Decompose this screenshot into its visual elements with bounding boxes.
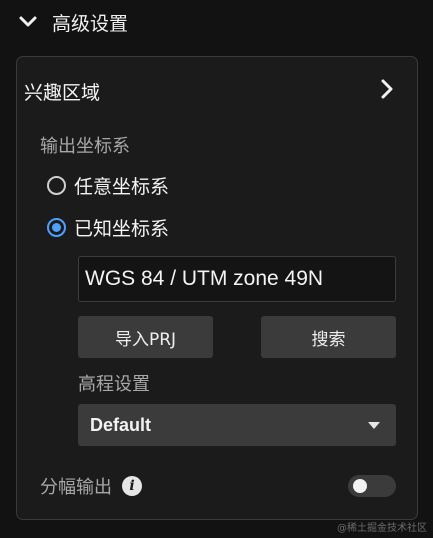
info-icon[interactable]: i <box>122 476 142 496</box>
split-output-toggle[interactable] <box>348 475 396 497</box>
elevation-label: 高程设置 <box>78 374 150 395</box>
import-prj-button[interactable]: 导入PRJ <box>78 316 213 358</box>
caret-down-icon <box>368 421 380 429</box>
output-crs-label: 输出坐标系 <box>40 136 130 157</box>
radio-known-crs-label: 已知坐标系 <box>74 217 170 240</box>
split-output-row: 分幅输出 i <box>40 473 142 499</box>
toggle-knob <box>353 479 367 493</box>
elevation-selected-value: Default <box>90 414 152 435</box>
split-output-label: 分幅输出 <box>40 477 112 498</box>
radio-any-crs-label: 任意坐标系 <box>74 175 170 198</box>
search-button[interactable]: 搜索 <box>261 316 396 358</box>
advanced-settings-header[interactable]: 高级设置 <box>18 6 128 38</box>
watermark: @稀土掘金技术社区 <box>337 523 427 534</box>
radio-known-crs[interactable]: 已知坐标系 <box>47 213 169 241</box>
advanced-settings-title: 高级设置 <box>52 12 129 35</box>
chevron-down-icon <box>18 15 38 29</box>
roi-label: 兴趣区域 <box>24 81 101 104</box>
radio-any-crs[interactable]: 任意坐标系 <box>47 171 169 199</box>
roi-row[interactable]: 兴趣区域 <box>24 74 394 108</box>
elevation-select[interactable]: Default <box>78 404 396 446</box>
radio-unchecked-icon[interactable] <box>47 175 66 195</box>
crs-input[interactable] <box>78 256 396 302</box>
radio-checked-icon[interactable] <box>47 217 66 237</box>
chevron-right-icon <box>380 78 394 104</box>
